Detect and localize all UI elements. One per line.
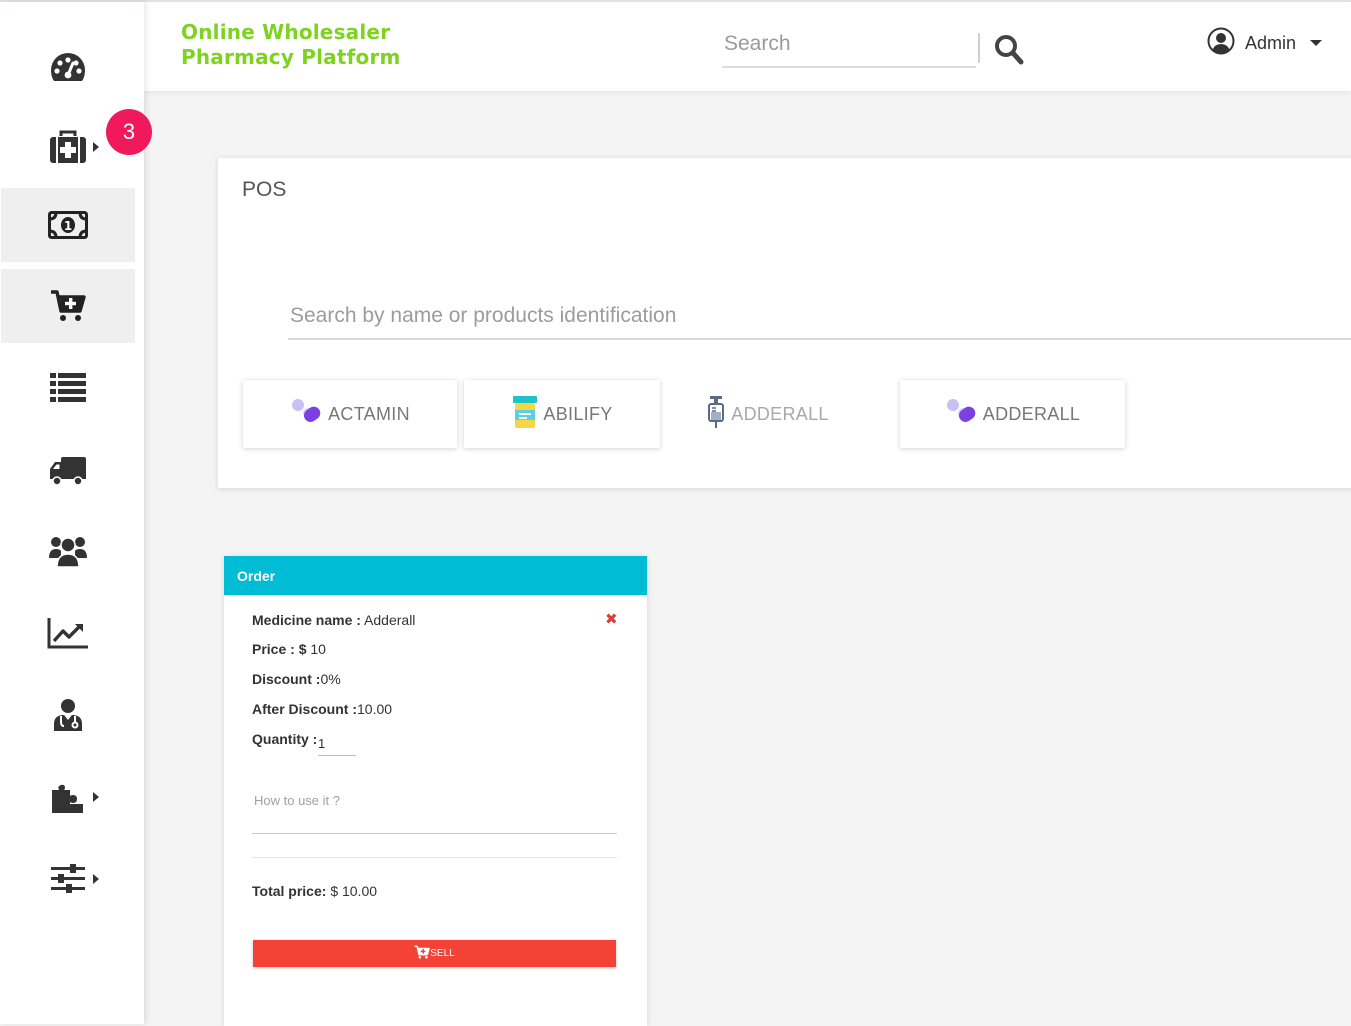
sidebar-item-delivery[interactable] xyxy=(1,434,135,508)
sell-button-label: SELL xyxy=(430,948,455,959)
quantity-label: Quantity : xyxy=(252,731,318,747)
product-card[interactable]: ACTAMIN xyxy=(243,380,457,448)
currency-symbol: $ xyxy=(298,641,307,657)
user-name: Admin xyxy=(1245,32,1297,53)
sidebar: 3 1 xyxy=(0,2,152,1024)
truck-icon xyxy=(49,456,87,486)
pill-bottle-icon xyxy=(511,395,539,434)
discount-row: Discount :0% xyxy=(252,671,341,687)
usage-instructions xyxy=(252,790,617,834)
sidebar-item-pos[interactable] xyxy=(1,269,135,343)
header-search-input[interactable] xyxy=(722,26,962,62)
product-search xyxy=(288,298,1351,340)
sidebar-item-plugins[interactable] xyxy=(1,760,135,834)
submenu-arrow-icon xyxy=(93,792,99,802)
sidebar-item-users[interactable] xyxy=(1,514,135,588)
pills-icon xyxy=(945,396,979,433)
medical-kit-icon xyxy=(49,130,87,164)
quantity-row: Quantity : xyxy=(252,731,317,747)
after-discount-label: After Discount : xyxy=(252,701,357,717)
chart-line-icon xyxy=(47,617,89,649)
pills-icon xyxy=(290,396,324,433)
product-name: ADDERALL xyxy=(731,403,829,424)
search-divider xyxy=(978,33,980,63)
syringe-icon xyxy=(705,395,727,434)
sidebar-item-doctors[interactable] xyxy=(1,678,135,752)
pos-card: POS ACTAMIN ABILIFY xyxy=(218,158,1351,488)
product-card[interactable]: ADDERALL xyxy=(900,380,1125,448)
doctor-icon xyxy=(52,698,84,732)
dashboard-icon xyxy=(49,51,87,83)
product-card[interactable]: ABILIFY xyxy=(464,380,660,448)
total-price-value: $ 10.00 xyxy=(330,883,378,899)
search-button[interactable] xyxy=(994,34,1024,66)
search-icon xyxy=(994,35,1024,70)
user-circle-icon xyxy=(1207,27,1235,60)
notification-badge: 3 xyxy=(106,109,152,155)
discount-label: Discount : xyxy=(252,671,321,687)
header-search xyxy=(722,26,976,68)
product-name: ACTAMIN xyxy=(328,403,410,424)
money-bill-icon: 1 xyxy=(48,211,88,239)
discount-value: 0% xyxy=(320,671,341,687)
top-header: Online Wholesaler Pharmacy Platform Admi… xyxy=(144,2,1351,91)
usage-instructions-input[interactable] xyxy=(252,790,617,810)
after-discount-row: After Discount :10.00 xyxy=(252,701,392,717)
user-menu[interactable]: Admin xyxy=(1207,27,1323,60)
price-label: Price : xyxy=(252,641,295,657)
product-name: ABILIFY xyxy=(543,403,613,424)
submenu-arrow-icon xyxy=(93,142,99,152)
order-title: Order xyxy=(224,556,647,595)
quantity-input[interactable] xyxy=(318,731,356,756)
remove-item-button[interactable]: ✖ xyxy=(605,610,618,628)
total-price-row: Total price: $ 10.00 xyxy=(252,883,377,899)
product-search-input[interactable] xyxy=(288,298,1351,334)
sidebar-item-settings[interactable] xyxy=(1,842,135,916)
svg-text:1: 1 xyxy=(64,219,72,233)
divider xyxy=(252,857,617,858)
total-price-label: Total price: xyxy=(252,883,327,899)
price-value: 10 xyxy=(310,641,326,657)
price-row: Price : $ 10 xyxy=(252,641,326,657)
sidebar-item-dashboard[interactable] xyxy=(1,30,135,104)
sell-button[interactable]: SELL xyxy=(253,940,616,967)
puzzle-icon xyxy=(50,780,86,814)
sidebar-item-payments[interactable]: 1 xyxy=(1,188,135,262)
users-icon xyxy=(48,534,88,568)
brand-line-2: Pharmacy Platform xyxy=(181,45,401,69)
sliders-icon xyxy=(50,863,86,895)
pos-title: POS xyxy=(242,178,287,201)
submenu-arrow-icon xyxy=(93,874,99,884)
close-icon: ✖ xyxy=(605,611,618,628)
product-name: ADDERALL xyxy=(982,403,1081,424)
medicine-name-row: Medicine name : Adderall xyxy=(252,612,415,628)
cart-plus-icon xyxy=(414,945,431,962)
list-icon xyxy=(49,372,87,402)
sidebar-item-reports[interactable] xyxy=(1,596,135,670)
product-card[interactable]: ADDERALL xyxy=(666,380,868,448)
sidebar-item-list[interactable] xyxy=(1,350,135,424)
cart-plus-icon xyxy=(50,289,86,323)
medicine-name-value: Adderall xyxy=(364,612,416,628)
brand-title[interactable]: Online Wholesaler Pharmacy Platform xyxy=(181,20,401,70)
medicine-name-label: Medicine name : xyxy=(252,612,361,628)
after-discount-value: 10.00 xyxy=(357,701,393,717)
chevron-down-icon xyxy=(1310,40,1323,46)
order-panel: Order Medicine name : Adderall ✖ Price :… xyxy=(224,556,647,1026)
brand-line-1: Online Wholesaler xyxy=(181,20,391,44)
